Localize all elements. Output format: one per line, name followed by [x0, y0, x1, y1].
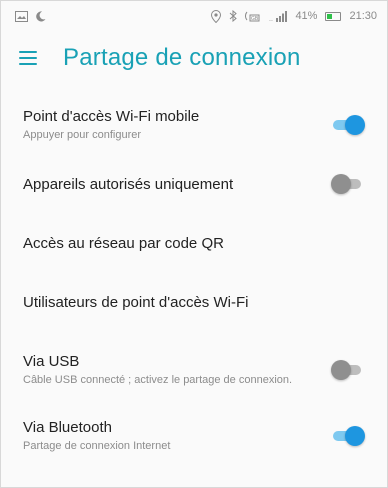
signal-icon: .. [269, 10, 288, 22]
clock: 21:30 [349, 10, 377, 22]
setting-text: Point d'accès Wi-Fi mobile Appuyer pour … [23, 108, 199, 142]
toggle-thumb [331, 360, 351, 380]
gallery-icon [15, 10, 28, 22]
svg-text:GB: GB [251, 16, 259, 22]
setting-title: Appareils autorisés uniquement [23, 175, 234, 193]
setting-text: Appareils autorisés uniquement [23, 176, 233, 193]
authorized-devices-toggle[interactable] [331, 174, 365, 194]
setting-row-hotspot-users[interactable]: Utilisateurs de point d'accès Wi-Fi [1, 272, 387, 333]
setting-title: Via USB [23, 353, 80, 370]
toggle-thumb [345, 426, 365, 446]
bluetooth-toggle[interactable] [331, 426, 365, 446]
toggle-thumb [331, 174, 351, 194]
setting-subtitle: Appuyer pour configurer [23, 129, 142, 141]
battery-percent: 41% [295, 10, 318, 22]
app-bar: Partage de connexion [1, 31, 387, 85]
setting-title: Point d'accès Wi-Fi mobile [23, 108, 200, 125]
setting-title: Accès au réseau par code QR [23, 235, 224, 252]
svg-text:..: .. [269, 16, 273, 22]
setting-row-qr-access[interactable]: Accès au réseau par code QR [1, 215, 387, 272]
location-icon [211, 9, 222, 23]
setting-text: Via Bluetooth Partage de connexion Inter… [23, 419, 170, 453]
setting-text: Utilisateurs de point d'accès Wi-Fi [23, 294, 248, 311]
hotspot-icon: GB [245, 10, 261, 22]
setting-text: Via USB Câble USB connecté ; activez le … [23, 353, 292, 387]
status-right: GB .. 41% 21:30 [211, 9, 377, 23]
setting-subtitle: Partage de connexion Internet [23, 440, 171, 452]
toggle-thumb [345, 115, 365, 135]
usb-toggle[interactable] [331, 360, 365, 380]
battery-level-fill [327, 13, 333, 19]
setting-title: Via Bluetooth [23, 419, 112, 436]
status-bar: GB .. 41% 21:30 [1, 1, 387, 31]
setting-row-authorized-devices[interactable]: Appareils autorisés uniquement [1, 153, 387, 215]
setting-text: Accès au réseau par code QR [23, 235, 224, 252]
battery-icon [325, 11, 342, 21]
status-left [15, 10, 46, 22]
moon-icon [36, 10, 46, 22]
setting-row-usb[interactable]: Via USB Câble USB connecté ; activez le … [1, 333, 387, 407]
settings-list: Point d'accès Wi-Fi mobile Appuyer pour … [1, 97, 387, 465]
menu-icon[interactable] [19, 51, 37, 65]
wifi-hotspot-toggle[interactable] [331, 115, 365, 135]
setting-title: Utilisateurs de point d'accès Wi-Fi [23, 294, 249, 311]
screen: GB .. 41% 21:30 Partage de connexion Poi… [0, 0, 388, 488]
setting-subtitle: Câble USB connecté ; activez le partage … [23, 374, 293, 386]
setting-row-wifi-hotspot[interactable]: Point d'accès Wi-Fi mobile Appuyer pour … [1, 97, 387, 153]
setting-row-bluetooth[interactable]: Via Bluetooth Partage de connexion Inter… [1, 407, 387, 465]
page-title: Partage de connexion [63, 44, 301, 71]
bluetooth-icon [229, 10, 238, 22]
